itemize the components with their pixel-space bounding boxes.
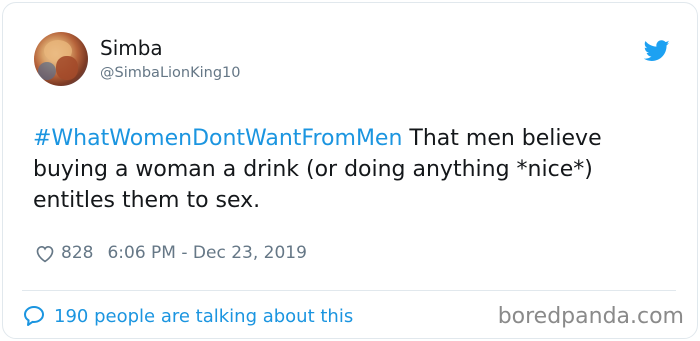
talking-link[interactable]: 190 people are talking about this (22, 303, 353, 329)
display-name[interactable]: Simba (100, 36, 163, 60)
like-count[interactable]: 828 (61, 243, 93, 263)
tweet-meta: 828 6:06 PM - Dec 23, 2019 (35, 240, 307, 266)
speech-bubble-icon (24, 306, 44, 326)
tweet-text: #WhatWomenDontWantFromMen That men belie… (33, 123, 673, 216)
user-handle[interactable]: @SimbaLionKing10 (100, 64, 241, 82)
avatar[interactable] (34, 32, 88, 86)
watermark: boredpanda.com (497, 304, 684, 329)
divider (22, 290, 676, 291)
twitter-bird-icon[interactable] (644, 40, 670, 62)
talking-text: 190 people are talking about this (54, 305, 354, 327)
hashtag-link[interactable]: #WhatWomenDontWantFromMen (33, 126, 402, 151)
timestamp[interactable]: 6:06 PM - Dec 23, 2019 (107, 243, 306, 263)
heart-icon[interactable] (35, 244, 55, 263)
